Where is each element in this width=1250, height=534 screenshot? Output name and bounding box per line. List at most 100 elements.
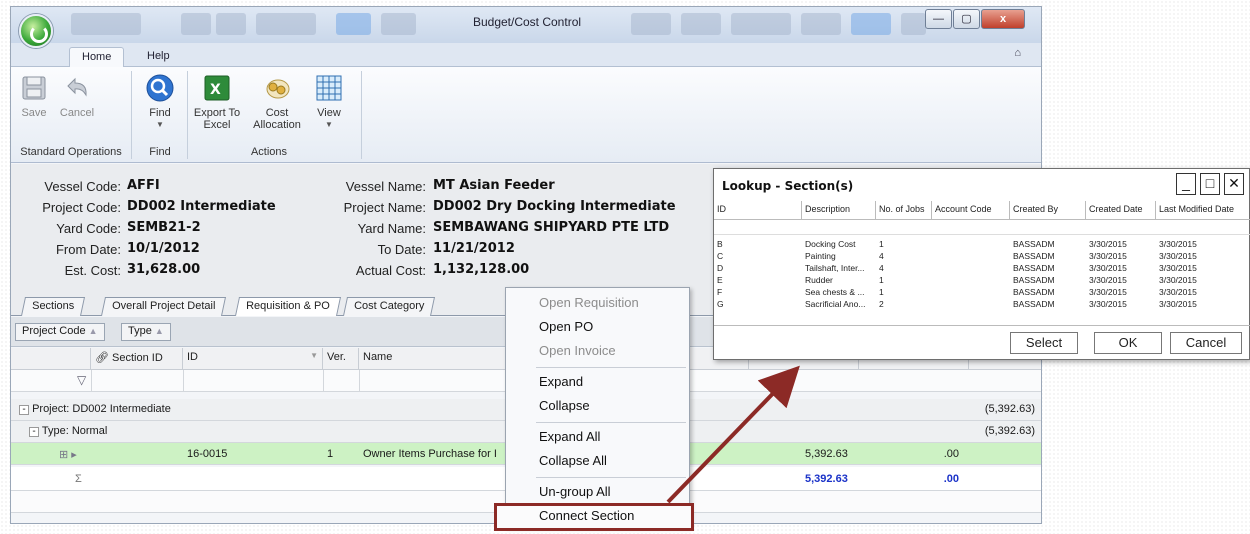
project-code-value: DD002 Intermediate [127, 199, 276, 214]
cancel-button[interactable]: Cancel [57, 73, 97, 119]
lookup-cell: 3/30/2015 [1159, 239, 1197, 249]
lookup-cell: 3/30/2015 [1089, 251, 1127, 261]
lookup-table-row[interactable]: G Sacrificial Ano... 2 BASSADM 3/30/2015 3/30… [714, 299, 1250, 310]
lookup-cell [932, 299, 1010, 310]
menu-separator [536, 422, 686, 423]
lookup-column-id[interactable]: ID [714, 201, 802, 220]
menu-item-expand[interactable]: Expand [506, 371, 689, 393]
tab-home[interactable]: Home [69, 47, 125, 68]
menu-separator [536, 367, 686, 368]
lookup-column-account-code[interactable]: Account Code [932, 201, 1010, 220]
export-to-excel-button[interactable]: X Export To Excel [191, 73, 243, 131]
column-header-id[interactable]: ID ▼ [183, 348, 323, 370]
tab-requisition-po[interactable]: Requisition & PO [234, 297, 341, 316]
find-button[interactable]: Find ▼ [143, 73, 177, 131]
title-bar: Budget/Cost Control — ▢ x [11, 7, 1041, 43]
tab-overall-project-detail[interactable]: Overall Project Detail [100, 297, 227, 316]
tab-cost-category[interactable]: Cost Category [342, 297, 436, 316]
lookup-table-row[interactable]: B Docking Cost 1 BASSADM 3/30/2015 3/30/2015 [714, 239, 1250, 250]
maximize-icon[interactable]: □ [1200, 173, 1220, 195]
view-button[interactable]: View ▼ [311, 73, 347, 131]
dialog-divider [714, 325, 1250, 326]
lookup-cell: D [717, 263, 724, 273]
collapse-icon[interactable]: - [19, 405, 29, 415]
menu-item-open-requisition[interactable]: Open Requisition [506, 292, 689, 314]
group-chip-project-code[interactable]: Project Code ▲ [15, 323, 105, 341]
excel-icon: X [202, 73, 232, 103]
lookup-column-last-modified-date[interactable]: Last Modified Date [1156, 201, 1250, 220]
column-header-ver[interactable]: Ver. [323, 348, 359, 370]
group-divider [361, 71, 362, 159]
menu-item-collapse-all[interactable]: Collapse All [506, 450, 689, 472]
tab-help[interactable]: Help [135, 47, 182, 68]
vessel-code-value: AFFI [127, 178, 160, 193]
dialog-title: Lookup - Section(s) [722, 179, 854, 193]
lookup-cell: 4 [879, 251, 884, 261]
menu-item-open-invoice[interactable]: Open Invoice [506, 340, 689, 362]
lookup-cell: BASSADM [1013, 287, 1055, 297]
lookup-cell: 3/30/2015 [1089, 275, 1127, 285]
lookup-cell: 3/30/2015 [1159, 275, 1197, 285]
chevron-down-icon: ▼ [310, 351, 318, 360]
close-button[interactable]: x [981, 9, 1025, 29]
lookup-table-row[interactable]: E Rudder 1 BASSADM 3/30/2015 3/30/2015 [714, 275, 1250, 286]
collapse-icon[interactable]: - [29, 427, 39, 437]
save-button[interactable]: Save [19, 73, 49, 119]
yard-name-label: Yard Name: [357, 221, 426, 236]
collapse-ribbon-icon[interactable]: ⌂ [1014, 47, 1021, 59]
group-label-find: Find [149, 146, 171, 158]
maximize-button[interactable]: ▢ [953, 9, 980, 29]
lookup-cell: Rudder [805, 275, 833, 285]
view-label: View [317, 107, 341, 119]
lookup-column-description[interactable]: Description [802, 201, 876, 220]
lookup-column-created-by[interactable]: Created By [1010, 201, 1086, 220]
lookup-column-no-of-jobs[interactable]: No. of Jobs [876, 201, 932, 220]
find-label: Find [149, 107, 171, 119]
cell-id: 16-0015 [187, 448, 228, 460]
grid-divider [91, 370, 92, 392]
yard-code-value: SEMB21-2 [127, 220, 201, 235]
cost-allocation-button[interactable]: Cost Allocation [251, 73, 303, 131]
lookup-cell: C [717, 251, 724, 261]
filter-icon[interactable]: ▽ [77, 373, 86, 387]
minimize-icon[interactable]: _ [1176, 173, 1196, 195]
menu-item-expand-all[interactable]: Expand All [506, 426, 689, 448]
column-header-section-id[interactable]: 🔗︎ Section ID [91, 348, 183, 370]
lookup-cell: BASSADM [1013, 263, 1055, 273]
est-cost-value: 31,628.00 [127, 262, 201, 277]
menu-item-open-po[interactable]: Open PO [506, 316, 689, 338]
menu-item-ungroup-all[interactable]: Un-group All [506, 481, 689, 503]
tab-cost-category-label: Cost Category [354, 300, 425, 312]
group-type-total: (5,392.63) [984, 425, 1035, 437]
row-indicator-header [11, 348, 91, 370]
expand-row-icon[interactable]: ⊞ ▸ [55, 445, 81, 464]
app-menu-orb[interactable] [19, 14, 53, 48]
close-icon[interactable]: ✕ [1224, 173, 1244, 195]
cancel-button[interactable]: Cancel [1170, 332, 1242, 354]
lookup-column-created-date[interactable]: Created Date [1086, 201, 1156, 220]
menu-separator [536, 477, 686, 478]
lookup-table-row[interactable]: F Sea chests & ... 1 BASSADM 3/30/2015 3/30/2… [714, 287, 1250, 298]
group-chip-type[interactable]: Type ▲ [121, 323, 171, 341]
project-name-value: DD002 Dry Docking Intermediate [433, 199, 676, 214]
ok-button[interactable]: OK [1094, 332, 1162, 354]
lookup-table-row[interactable]: C Painting 4 BASSADM 3/30/2015 3/30/2015 [714, 251, 1250, 262]
menu-item-connect-section[interactable]: Connect Section [494, 503, 694, 531]
lookup-cell: Sacrificial Ano... [805, 299, 866, 309]
save-label: Save [21, 107, 47, 119]
lookup-cell: 3/30/2015 [1159, 251, 1197, 261]
lookup-cell: 3/30/2015 [1159, 287, 1197, 297]
menu-item-collapse[interactable]: Collapse [506, 395, 689, 417]
select-button[interactable]: Select [1010, 332, 1078, 354]
lookup-cell: F [717, 287, 723, 297]
lookup-cell: 3/30/2015 [1089, 263, 1127, 273]
export-label-line1: Export To [193, 107, 241, 119]
tab-overall-project-detail-label: Overall Project Detail [112, 300, 216, 312]
summary-misc-cost: .00 [943, 473, 959, 485]
lookup-filter-row[interactable] [714, 221, 1250, 235]
minimize-button[interactable]: — [925, 9, 952, 29]
tab-sections[interactable]: Sections [20, 297, 86, 316]
lookup-table-row[interactable]: D Tailshaft, Inter... 4 BASSADM 3/30/2015 3/3… [714, 263, 1250, 274]
grid-divider [323, 370, 324, 392]
cost-allocation-label-line2: Allocation [253, 119, 301, 131]
